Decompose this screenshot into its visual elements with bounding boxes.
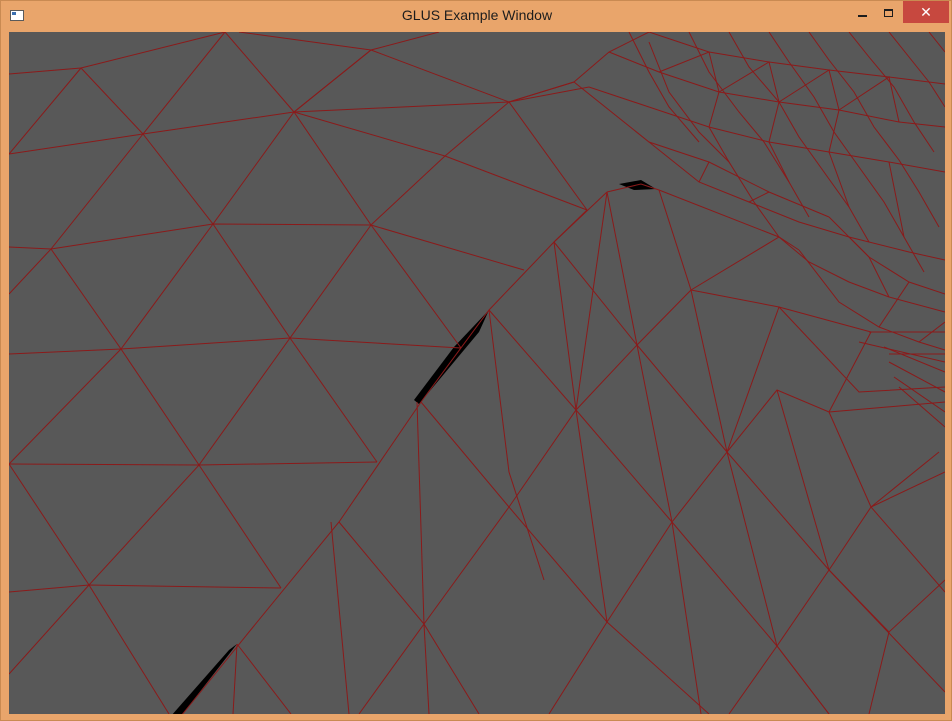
close-icon: ✕ <box>920 4 932 20</box>
maximize-button[interactable] <box>875 1 901 23</box>
minimize-icon <box>857 14 867 17</box>
close-button[interactable]: ✕ <box>903 1 949 23</box>
maximize-icon <box>883 8 893 17</box>
viewport-background <box>9 32 945 714</box>
render-viewport[interactable] <box>9 32 945 714</box>
wireframe-terrain <box>9 32 945 714</box>
minimize-button[interactable] <box>849 1 875 23</box>
window-title: GLUS Example Window <box>401 7 553 23</box>
app-window: GLUS Example Window ✕ <box>0 0 952 721</box>
title-bar[interactable]: GLUS Example Window ✕ <box>1 1 951 31</box>
